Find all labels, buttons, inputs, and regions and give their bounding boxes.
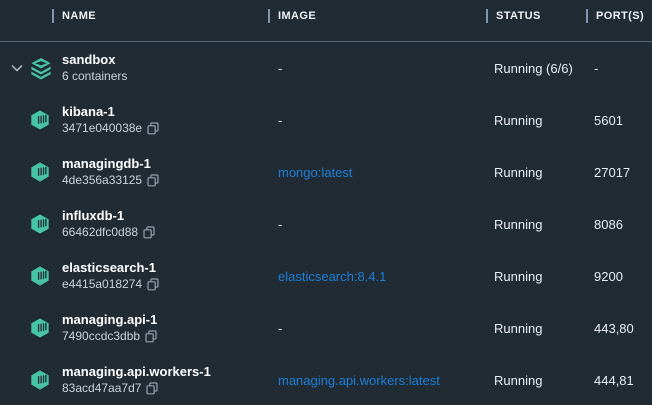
stacked-layers-icon <box>29 57 53 82</box>
image-cell: - <box>278 217 494 232</box>
ports-text: 8086 <box>594 217 652 232</box>
status-text: Running <box>494 217 594 232</box>
container-box-icon <box>29 369 51 391</box>
table-body: sandbox 6 containers - Running (6/6) - <box>0 42 652 405</box>
ports-text: 443,80 <box>594 321 652 336</box>
row-lead-cell <box>0 302 62 354</box>
container-box-icon <box>29 265 51 287</box>
column-separator <box>586 9 588 23</box>
image-cell: elasticsearch:8.4.1 <box>278 269 494 284</box>
image-link: - <box>278 321 282 336</box>
image-link[interactable]: managing.api.workers:latest <box>278 373 440 388</box>
table-row[interactable]: managingdb-1 4de356a33125 mongo:latest R… <box>0 146 652 198</box>
copy-icon[interactable] <box>146 382 158 395</box>
name-cell: managing.api.workers-1 83acd47aa7d7 <box>62 364 278 396</box>
column-label: NAME <box>62 10 96 22</box>
container-box-icon <box>29 213 51 235</box>
container-box-icon <box>29 109 51 131</box>
image-link[interactable]: elasticsearch:8.4.1 <box>278 269 386 284</box>
image-cell: - <box>278 113 494 128</box>
image-cell: - <box>278 321 494 336</box>
row-lead-cell <box>0 146 62 198</box>
ports-text: 444,81 <box>594 373 652 388</box>
table-row[interactable]: managing.api-1 7490ccdc3dbb - Running 44… <box>0 302 652 354</box>
container-name: influxdb-1 <box>62 208 278 224</box>
column-separator <box>268 9 270 23</box>
column-header-status[interactable]: STATUS <box>486 9 586 23</box>
image-cell: - <box>278 61 494 76</box>
container-id: 7490ccdc3dbb <box>62 328 140 344</box>
table-header: NAME IMAGE STATUS PORT(S) <box>0 0 652 42</box>
column-header-ports[interactable]: PORT(S) <box>586 9 652 23</box>
table-row[interactable]: elasticsearch-1 e4415a018274 elasticsear… <box>0 250 652 302</box>
container-name: managingdb-1 <box>62 156 278 172</box>
ports-text: - <box>594 61 652 76</box>
copy-icon[interactable] <box>143 226 155 239</box>
table-row[interactable]: kibana-1 3471e040038e - Running 5601 <box>0 94 652 146</box>
column-label: STATUS <box>496 10 541 22</box>
copy-icon[interactable] <box>147 122 159 135</box>
container-name: managing.api-1 <box>62 312 278 328</box>
containers-table: NAME IMAGE STATUS PORT(S) <box>0 0 652 405</box>
column-header-image[interactable]: IMAGE <box>268 9 486 23</box>
container-id: 6 containers <box>62 68 127 84</box>
name-cell: kibana-1 3471e040038e <box>62 104 278 136</box>
row-lead-cell <box>0 354 62 405</box>
row-lead-cell <box>0 42 62 94</box>
row-lead-cell <box>0 94 62 146</box>
name-cell: managingdb-1 4de356a33125 <box>62 156 278 188</box>
status-text: Running <box>494 269 594 284</box>
column-separator <box>52 9 54 23</box>
image-link: - <box>278 113 282 128</box>
column-separator <box>486 9 488 23</box>
table-row[interactable]: sandbox 6 containers - Running (6/6) - <box>0 42 652 94</box>
copy-icon[interactable] <box>145 330 157 343</box>
container-id: 66462dfc0d88 <box>62 224 138 240</box>
image-cell: mongo:latest <box>278 165 494 180</box>
container-id: 4de356a33125 <box>62 172 142 188</box>
row-lead-cell <box>0 250 62 302</box>
image-cell: managing.api.workers:latest <box>278 373 494 388</box>
container-name: kibana-1 <box>62 104 278 120</box>
container-id: 83acd47aa7d7 <box>62 380 141 396</box>
name-cell: sandbox 6 containers <box>62 52 278 84</box>
container-name: sandbox <box>62 52 278 68</box>
image-link: - <box>278 217 282 232</box>
container-name: managing.api.workers-1 <box>62 364 278 380</box>
table-row[interactable]: influxdb-1 66462dfc0d88 - Running 8086 <box>0 198 652 250</box>
name-cell: influxdb-1 66462dfc0d88 <box>62 208 278 240</box>
ports-text: 27017 <box>594 165 652 180</box>
name-cell: elasticsearch-1 e4415a018274 <box>62 260 278 292</box>
name-cell: managing.api-1 7490ccdc3dbb <box>62 312 278 344</box>
container-id: e4415a018274 <box>62 276 142 292</box>
container-id: 3471e040038e <box>62 120 142 136</box>
column-label: PORT(S) <box>596 10 644 22</box>
status-text: Running (6/6) <box>494 61 594 76</box>
status-text: Running <box>494 113 594 128</box>
row-lead-cell <box>0 198 62 250</box>
copy-icon[interactable] <box>147 174 159 187</box>
status-text: Running <box>494 321 594 336</box>
container-box-icon <box>29 161 51 183</box>
image-link: - <box>278 61 282 76</box>
column-label: IMAGE <box>278 10 316 22</box>
ports-text: 9200 <box>594 269 652 284</box>
container-name: elasticsearch-1 <box>62 260 278 276</box>
column-header-name[interactable]: NAME <box>52 9 268 23</box>
ports-text: 5601 <box>594 113 652 128</box>
image-link[interactable]: mongo:latest <box>278 165 352 180</box>
table-row[interactable]: managing.api.workers-1 83acd47aa7d7 mana… <box>0 354 652 405</box>
status-text: Running <box>494 373 594 388</box>
status-text: Running <box>494 165 594 180</box>
chevron-down-icon[interactable] <box>11 64 23 73</box>
container-box-icon <box>29 317 51 339</box>
copy-icon[interactable] <box>147 278 159 291</box>
